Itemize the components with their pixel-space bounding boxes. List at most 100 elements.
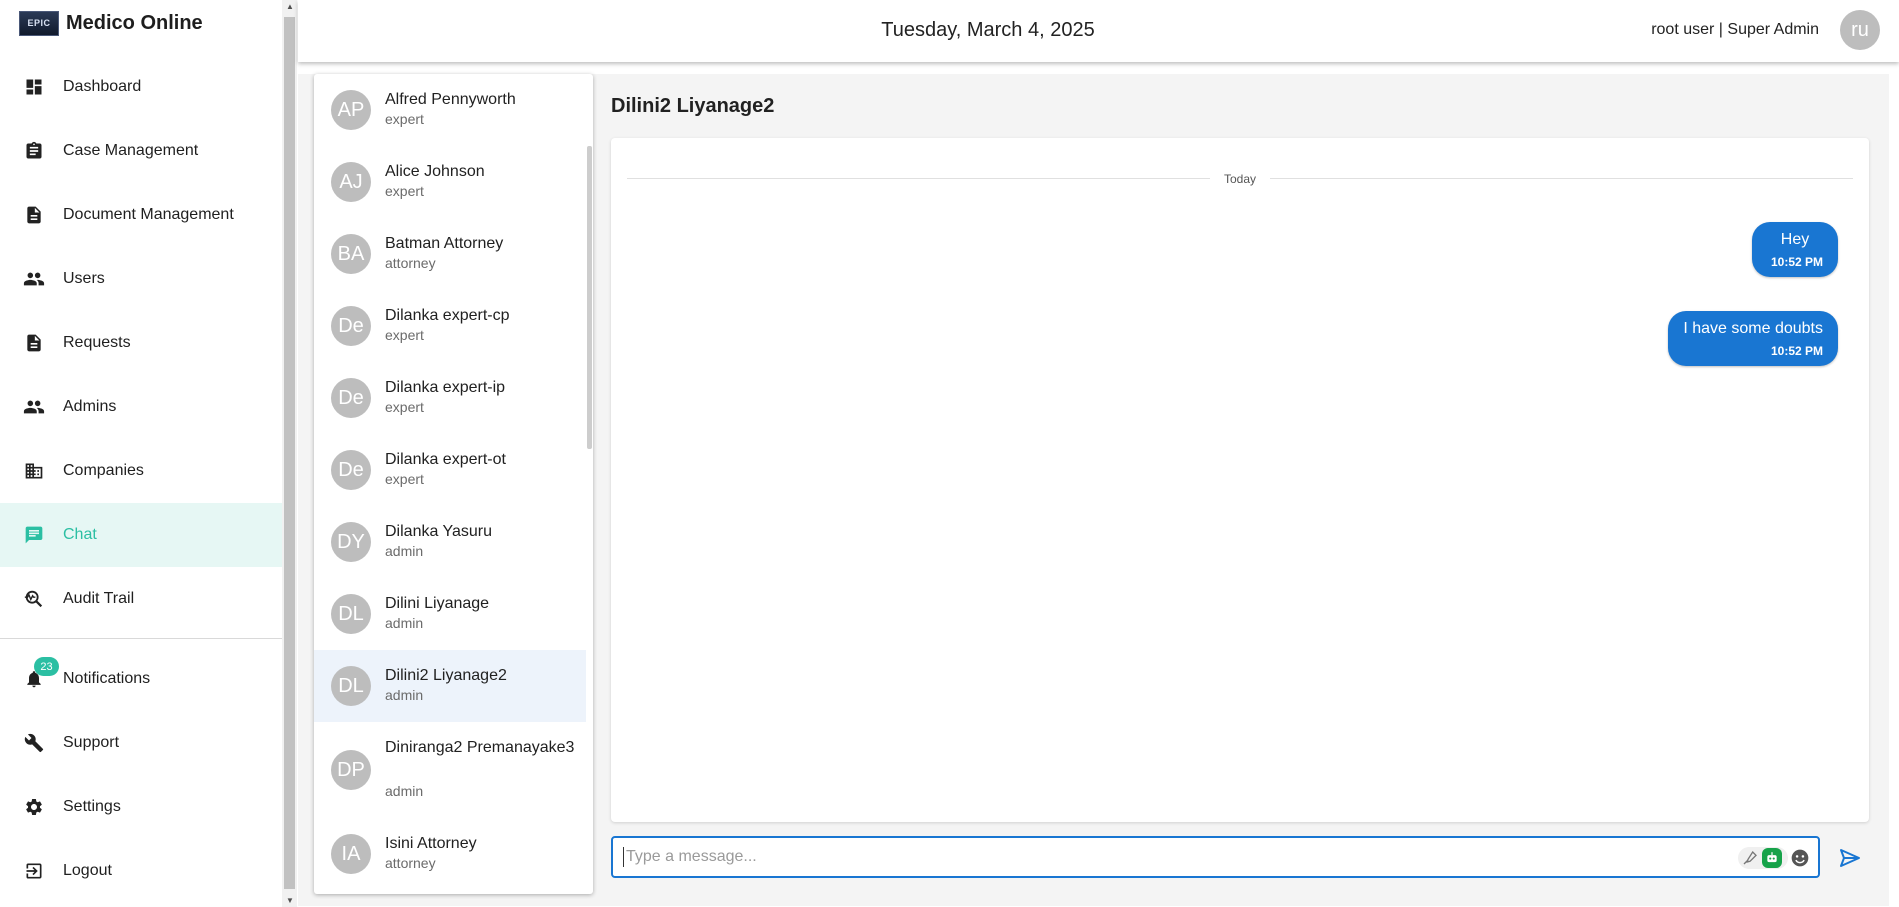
contact-role: admin [385,615,424,631]
contact-name: Dilanka expert-ot [385,451,506,468]
bot-icon[interactable] [1762,848,1782,868]
avatar: DL [331,594,371,634]
app-name: Medico Online [66,11,203,34]
day-label-text: Today [1209,172,1271,186]
main-content: AP Alfred Pennyworth expert AJ Alice Joh… [298,62,1899,907]
contact-item[interactable]: AP Alfred Pennyworth expert [314,74,586,146]
contact-role: admin [385,687,424,703]
sidebar-item-label: Users [63,270,105,287]
notification-count-badge: 23 [34,657,59,676]
sidebar-item-label: Companies [63,462,144,479]
avatar: DP [331,750,371,790]
scroll-up-arrow-icon[interactable]: ▲ [286,3,294,11]
brand[interactable]: EPIC Medico Online [19,10,203,36]
message-panel: Today Hey 10:52 PM I have some doubts 10… [611,138,1869,822]
contact-name: Batman Attorney [385,235,504,252]
avatar: BA [331,234,371,274]
contact-item[interactable]: De Dilanka expert-ip expert [314,362,586,434]
sidebar-item-label: Document Management [63,206,234,223]
contact-role: expert [385,183,424,199]
emoji-icon[interactable] [1790,848,1810,868]
avatar: IA [331,834,371,874]
contact-role: attorney [385,855,436,871]
contact-list-scrollbar[interactable] [587,146,592,449]
scroll-down-arrow-icon[interactable]: ▼ [286,897,294,905]
people-icon [23,396,45,418]
sidebar-item-label: Support [63,734,120,751]
sidebar-item-document-management[interactable]: Document Management [0,183,282,247]
contact-item[interactable]: IA Isini Attorney attorney [314,818,586,890]
contact-name: Dilini Liyanage [385,595,490,612]
send-icon[interactable] [1838,846,1862,870]
sidebar-item-label: Settings [63,798,121,815]
sidebar-item-label: Requests [63,334,131,351]
chat-icon [23,524,45,546]
contact-item[interactable]: BA Batman Attorney attorney [314,218,586,290]
message-input-box[interactable] [611,836,1820,878]
contact-name: Dilanka Yasuru [385,523,493,540]
sidebar-item-requests[interactable]: Requests [0,311,282,375]
contact-item[interactable]: DY Dilanka Yasuru admin [314,506,586,578]
contact-role: admin [385,543,424,559]
avatar: De [331,306,371,346]
attach-icon[interactable] [1742,850,1758,866]
sidebar-item-audit-trail[interactable]: Audit Trail [0,567,282,631]
contact-item[interactable]: AJ Alice Johnson expert [314,146,586,218]
contact-name: Alice Johnson [385,163,485,180]
sidebar-scrollbar-thumb[interactable] [284,17,295,889]
contact-list[interactable]: AP Alfred Pennyworth expert AJ Alice Joh… [314,74,593,894]
message-bubble: I have some doubts 10:52 PM [1668,311,1838,366]
sidebar-item-settings[interactable]: Settings [0,775,282,839]
sidebar-item-label: Admins [63,398,117,415]
user-role-label: root user | Super Admin [1651,21,1819,38]
logout-icon [23,860,45,882]
sidebar-item-companies[interactable]: Companies [0,439,282,503]
building-icon [23,460,45,482]
dashboard-icon [23,76,45,98]
search-audit-icon [23,588,45,610]
contact-item[interactable]: De Dilanka expert-ot expert [314,434,586,506]
message-bubble: Hey 10:52 PM [1752,222,1838,277]
people-icon [23,268,45,290]
contact-role: attorney [385,255,436,271]
sidebar-item-support[interactable]: Support [0,711,282,775]
sidebar-item-label: Chat [63,526,97,543]
sidebar-item-label: Audit Trail [63,590,135,607]
sidebar-item-label: Notifications [63,670,151,687]
chat-title: Dilini2 Liyanage2 [611,95,775,117]
sidebar-item-label: Case Management [63,142,199,159]
gear-icon [23,796,45,818]
message-time: 10:52 PM [1770,255,1823,269]
sidebar-divider [0,638,282,639]
wrench-icon [23,732,45,754]
message-text: I have some doubts [1683,320,1823,337]
sidebar-item-logout[interactable]: Logout [0,839,282,903]
clipboard-icon [23,140,45,162]
contact-item-selected[interactable]: DL Dilini2 Liyanage2 admin [314,650,586,722]
avatar: De [331,450,371,490]
contact-role: expert [385,471,424,487]
avatar: AJ [331,162,371,202]
sidebar-item-chat[interactable]: Chat [0,503,282,567]
contact-name: Dilanka expert-cp [385,307,510,324]
message-time: 10:52 PM [1770,344,1823,358]
document-icon [23,204,45,226]
sidebar-item-case-management[interactable]: Case Management [0,119,282,183]
contact-role: admin [385,783,424,799]
contact-item[interactable]: DL Dilini Liyanage admin [314,578,586,650]
user-avatar[interactable]: ru [1840,10,1880,50]
message-input[interactable] [623,847,1683,867]
contact-item[interactable]: DP Diniranga2 Premanayake3 admin [314,722,586,818]
current-date: Tuesday, March 4, 2025 [881,19,1095,41]
sidebar-item-users[interactable]: Users [0,247,282,311]
contact-name: Alfred Pennyworth [385,91,516,108]
contact-item[interactable]: De Dilanka expert-cp expert [314,290,586,362]
contact-name: Diniranga2 Premanayake3 [385,739,575,756]
message-text: Hey [1780,231,1810,248]
avatar: DY [331,522,371,562]
sidebar-item-dashboard[interactable]: Dashboard [0,55,282,119]
brand-logo: EPIC [19,10,59,36]
sidebar-item-admins[interactable]: Admins [0,375,282,439]
contact-name: Dilini2 Liyanage2 [385,667,507,684]
sidebar-item-label: Logout [63,862,112,879]
